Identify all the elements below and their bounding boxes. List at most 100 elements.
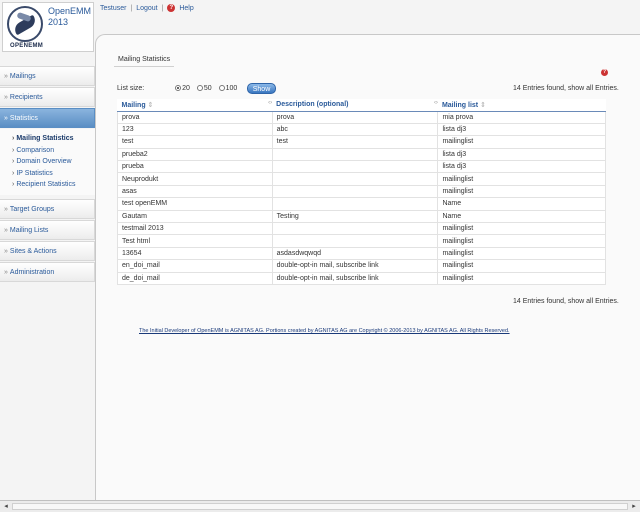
cell-mailing[interactable]: asas [117, 184, 273, 199]
chevron-right-icon: › [12, 169, 15, 177]
logo-text: OPENEMM [10, 43, 44, 49]
cell-mailing-list: mailinglist [437, 246, 606, 261]
entries-count-top[interactable]: 14 Entries found, show all Entries. [513, 85, 619, 92]
nav-recipients[interactable]: » Recipients [0, 87, 95, 107]
scrollbar-track[interactable] [12, 503, 628, 510]
sort-icon[interactable]: ⇕ [480, 102, 486, 109]
list-size-control: List size: 20 50 100 [117, 85, 238, 92]
help-icon[interactable]: ? [601, 69, 608, 76]
cell-mailing[interactable]: prova [117, 110, 273, 124]
cell-description: asdasdwqwqd [271, 246, 439, 261]
list-size-radio-50[interactable] [196, 85, 203, 92]
subnav-comparison[interactable]: › Comparison [12, 145, 95, 157]
table-row[interactable]: asas mailinglist [117, 184, 606, 199]
table-header-row: Mailing ⇕ ‹› Description (optional) ‹› Mail… [117, 99, 606, 112]
chevron-right-icon: » [4, 226, 8, 234]
table-row[interactable]: Neuprodukt mailinglist [117, 172, 606, 186]
cell-mailing[interactable]: en_doi_mail [117, 259, 273, 273]
logo-icon [7, 6, 43, 42]
cell-description: abc [271, 122, 439, 137]
subnav-recipient-statistics[interactable]: › Recipient Statistics [12, 179, 95, 191]
cell-mailing[interactable]: Test html [117, 234, 273, 248]
chevron-right-icon: » [4, 73, 8, 80]
table-row[interactable]: Test html mailinglist [117, 234, 606, 248]
help-icon[interactable]: ? [167, 4, 176, 12]
cell-description [271, 221, 439, 236]
chevron-right-icon: › [12, 146, 15, 154]
chevron-right-icon: › [12, 135, 15, 142]
cell-description [271, 184, 439, 199]
cell-mailing[interactable]: 123 [117, 122, 273, 137]
cell-mailing[interactable]: prueba [117, 160, 273, 174]
nav-statistics[interactable]: » Statistics [0, 108, 95, 128]
show-button[interactable]: Show [247, 83, 276, 94]
table-row[interactable]: en_doi_mail double-opt-in mail, subscribe… [117, 259, 606, 273]
cell-description: test [271, 135, 439, 149]
subnav-ip-statistics[interactable]: › IP Statistics [12, 168, 95, 180]
table-row[interactable]: prueba2 lista dj3 [117, 147, 606, 162]
help-link[interactable]: Help [179, 5, 193, 12]
table-row[interactable]: prueba lista dj3 [117, 160, 606, 174]
logout-link[interactable]: Logout [136, 5, 157, 12]
table-row[interactable]: test test mailinglist [117, 135, 606, 149]
subnav-domain-overview[interactable]: › Domain Overview [12, 156, 95, 168]
cell-mailing-list: mailinglist [437, 221, 606, 236]
table-row[interactable]: 13654 asdasdwqwqd mailinglist [117, 246, 606, 261]
nav-mailings[interactable]: » Mailings [0, 66, 95, 86]
chevron-right-icon: › [12, 158, 15, 165]
nav-sites-actions[interactable]: » Sites & Actions [0, 240, 95, 261]
cell-description: prova [271, 110, 439, 124]
cell-mailing[interactable]: testmail 2013 [117, 221, 273, 236]
chevron-right-icon: › [12, 181, 15, 188]
app-title: OpenEMM 2013 [48, 6, 92, 27]
cell-mailing-list: mailinglist [437, 135, 606, 149]
chevron-right-icon: » [4, 94, 8, 101]
entries-count-bottom[interactable]: 14 Entries found, show all Entries. [513, 298, 619, 305]
top-links: Testuser | Logout | ? Help [100, 4, 194, 12]
cell-mailing-list: mailinglist [437, 234, 606, 248]
cell-mailing-list: mailinglist [437, 259, 606, 273]
column-header-mailing[interactable]: Mailing ⇕ ‹› [117, 99, 273, 112]
list-size-radio-100[interactable] [218, 85, 225, 92]
footer-copyright[interactable]: The Initial Developer of OpenEMM is AGNI… [139, 328, 510, 334]
cell-mailing-list: Name [437, 197, 606, 211]
column-header-description[interactable]: Description (optional) ‹› [272, 99, 438, 112]
column-header-mailing-list[interactable]: Mailing list ⇕ [437, 99, 606, 112]
cell-description: double-opt-in mail, subscribe link [271, 271, 439, 285]
cell-description [271, 172, 439, 186]
page-title: Mailing Statistics [118, 56, 171, 63]
nav-target-groups[interactable]: » Target Groups [0, 198, 95, 219]
chevron-right-icon: » [4, 115, 8, 122]
user-link[interactable]: Testuser [100, 5, 126, 12]
table-row[interactable]: 123 abc lista dj3 [117, 122, 606, 137]
cell-mailing-list: mailinglist [437, 271, 606, 285]
table-row[interactable]: de_doi_mail double-opt-in mail, subscribe… [117, 271, 606, 285]
list-size-radio-20[interactable] [175, 85, 182, 92]
table-row[interactable]: Gautam Testing Name [117, 209, 606, 224]
cell-mailing[interactable]: test openEMM [117, 197, 273, 211]
horizontal-scrollbar[interactable]: ◂ ▸ [0, 500, 640, 512]
cell-mailing[interactable]: 13654 [117, 246, 273, 261]
nav-administration[interactable]: » Administration [0, 261, 95, 282]
table-row[interactable]: prova prova mia prova [117, 110, 606, 124]
cell-description [271, 197, 439, 211]
cell-mailing-list: Name [437, 209, 606, 224]
nav-mailing-lists[interactable]: » Mailing Lists [0, 219, 95, 240]
statistics-subnav: › Mailing Statistics › Comparison › Domain … [0, 129, 95, 195]
sort-icon[interactable]: ⇕ [148, 102, 154, 109]
mailing-statistics-table: Mailing ⇕ ‹› Description (optional) ‹› Mail… [117, 99, 606, 285]
cell-mailing[interactable]: de_doi_mail [117, 271, 273, 285]
cell-mailing-list: lista dj3 [437, 147, 606, 162]
subnav-mailing-statistics[interactable]: › Mailing Statistics [12, 133, 95, 145]
cell-mailing[interactable]: prueba2 [117, 147, 273, 162]
cell-mailing[interactable]: Neuprodukt [117, 172, 273, 186]
cell-mailing[interactable]: Gautam [117, 209, 273, 224]
table-row[interactable]: test openEMM Name [117, 197, 606, 211]
cell-mailing-list: mia prova [437, 110, 606, 124]
table-row[interactable]: testmail 2013 mailinglist [117, 221, 606, 236]
cell-mailing[interactable]: test [117, 135, 273, 149]
table-body: prova prova mia prova 123 abc lista dj3 test te… [117, 110, 606, 285]
cell-description [271, 160, 439, 174]
scroll-left-icon[interactable]: ◂ [1, 502, 11, 511]
scroll-right-icon[interactable]: ▸ [629, 502, 639, 511]
